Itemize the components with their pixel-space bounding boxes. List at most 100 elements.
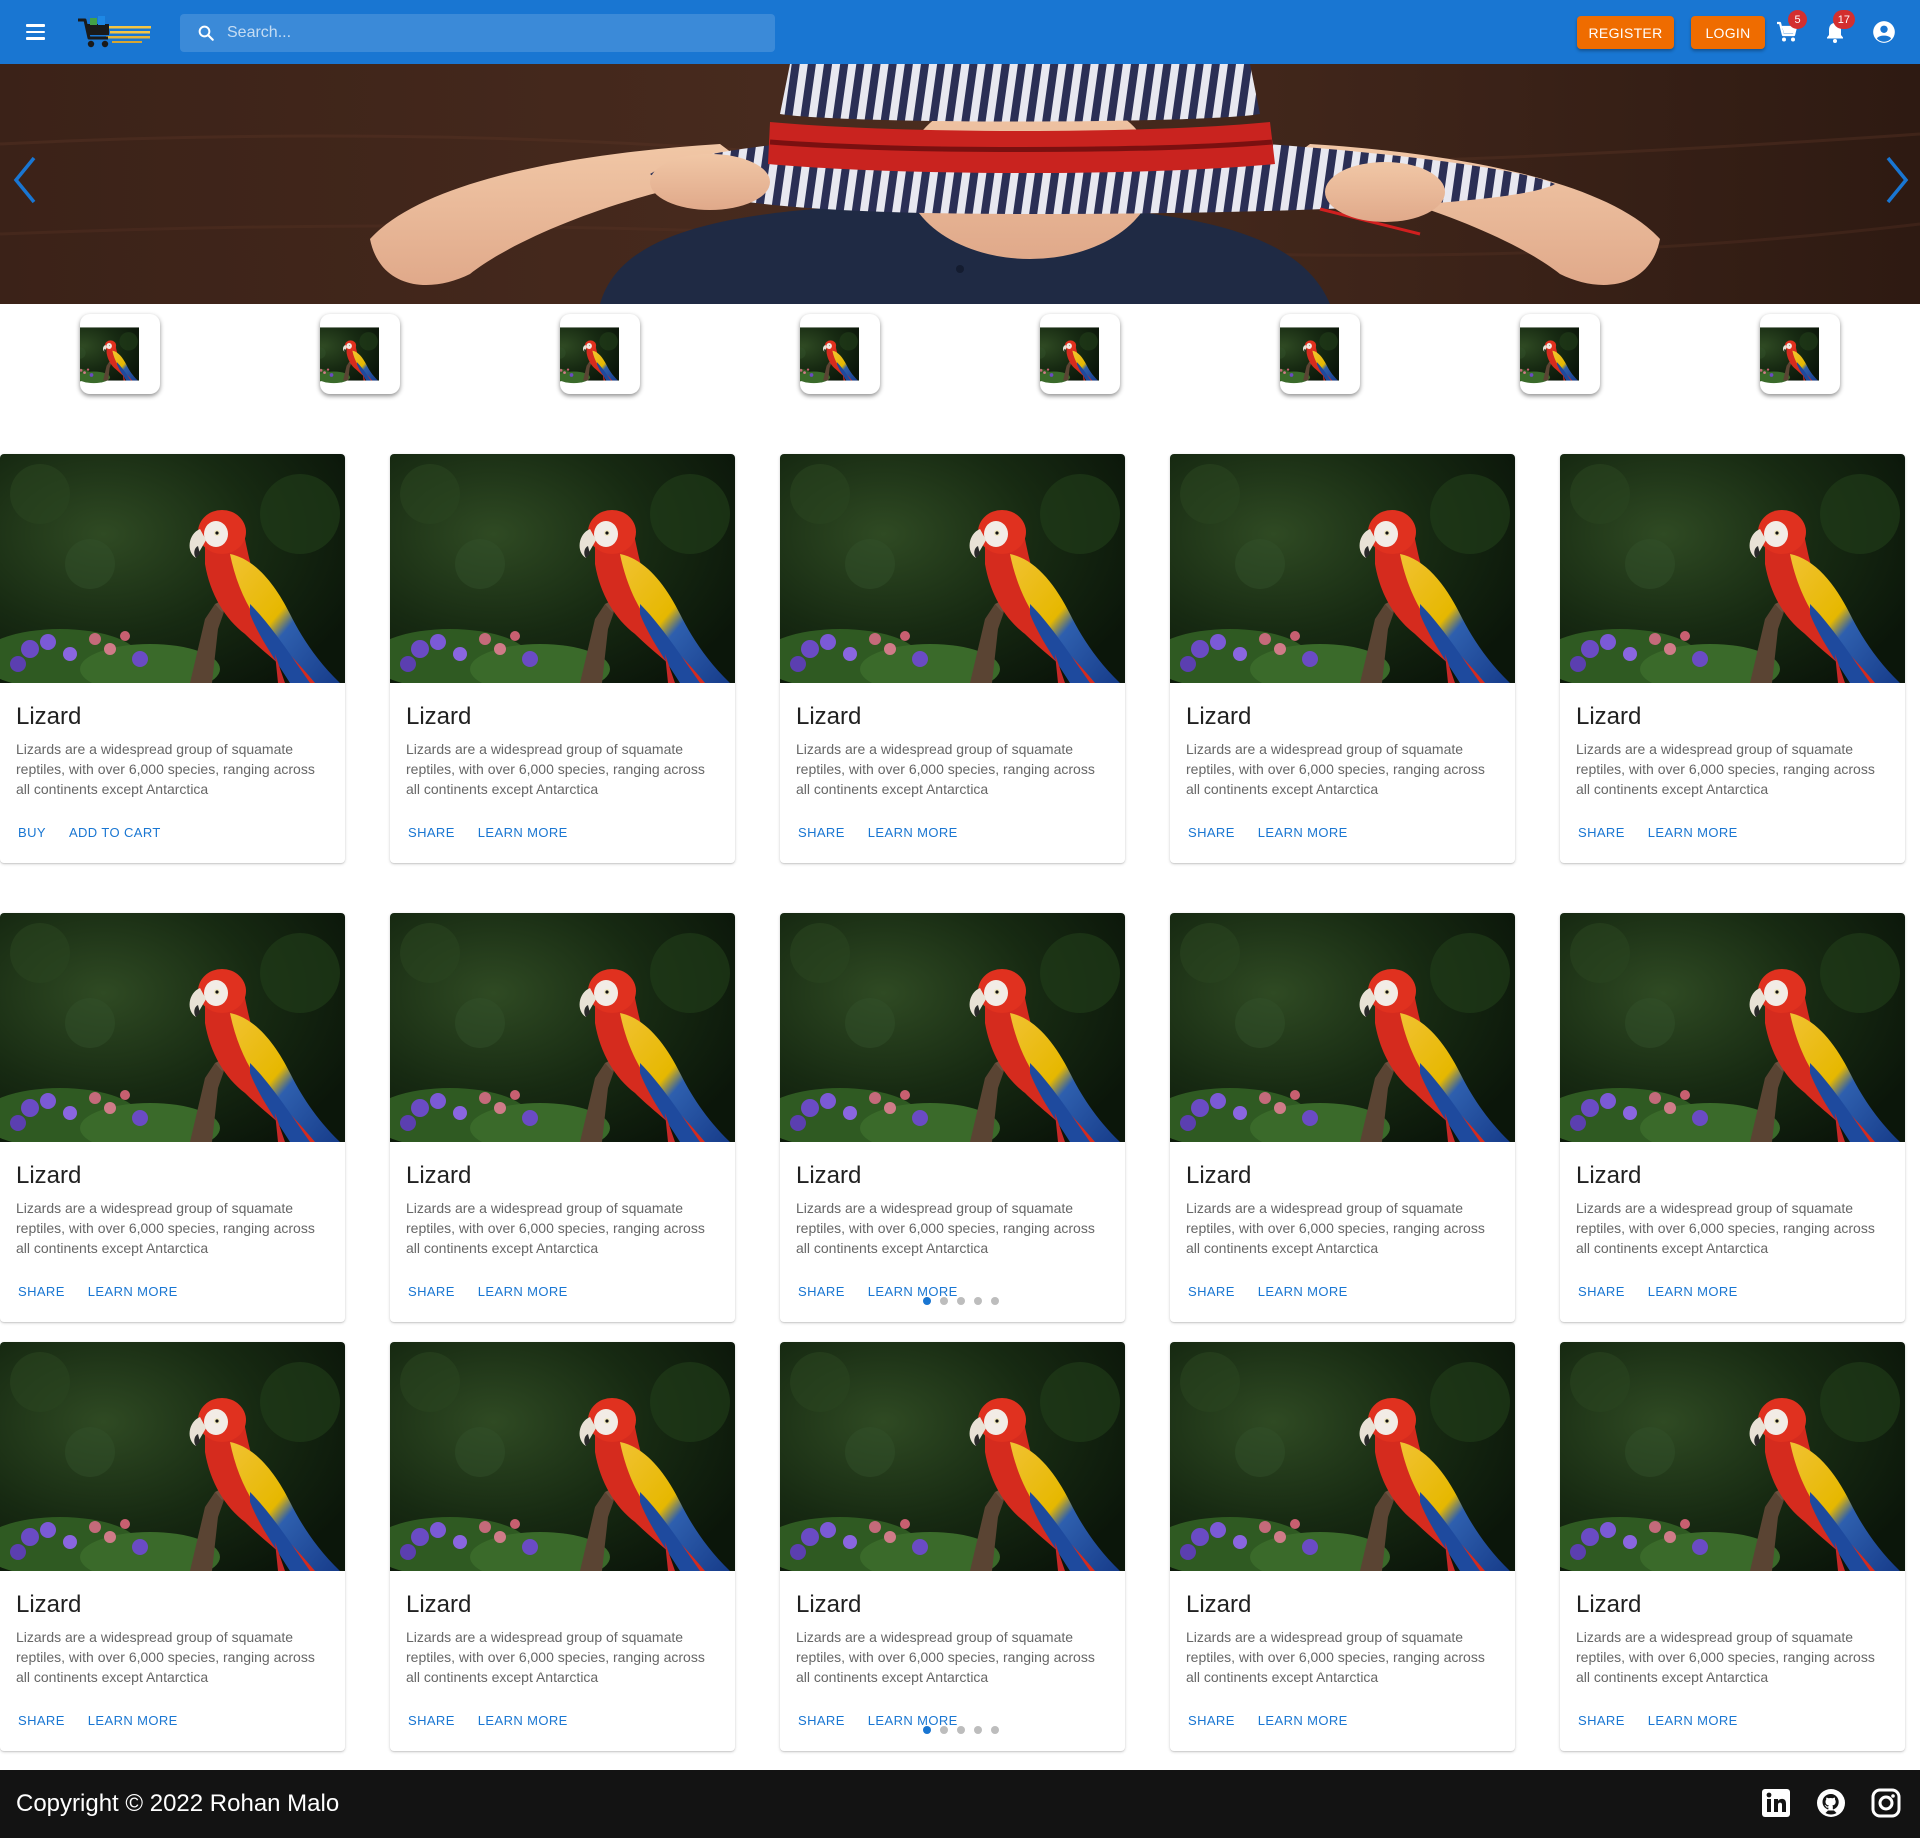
- learn-more-button[interactable]: LEARN MORE: [468, 1707, 578, 1734]
- product-card[interactable]: Lizard Lizards are a widespread group of…: [780, 454, 1125, 863]
- carousel-dot[interactable]: [923, 1726, 931, 1734]
- product-card[interactable]: Lizard Lizards are a widespread group of…: [780, 1342, 1125, 1751]
- thumbnail-strip: [0, 314, 1920, 396]
- thumbnail[interactable]: [560, 314, 640, 394]
- learn-more-button[interactable]: LEARN MORE: [78, 1278, 188, 1305]
- learn-more-button[interactable]: LEARN MORE: [1248, 819, 1358, 846]
- product-card[interactable]: Lizard Lizards are a widespread group of…: [0, 913, 345, 1322]
- thumbnail[interactable]: [800, 314, 880, 394]
- carousel-dot[interactable]: [940, 1726, 948, 1734]
- share-button[interactable]: SHARE: [8, 1278, 75, 1305]
- add-to-cart-button[interactable]: ADD TO CART: [59, 819, 171, 846]
- carousel-dot[interactable]: [974, 1297, 982, 1305]
- learn-more-button[interactable]: LEARN MORE: [468, 819, 578, 846]
- share-button[interactable]: SHARE: [398, 1278, 465, 1305]
- learn-more-button[interactable]: LEARN MORE: [1638, 1707, 1748, 1734]
- card-description: Lizards are a widespread group of squama…: [406, 741, 705, 797]
- thumbnail[interactable]: [80, 314, 160, 394]
- card-image[interactable]: [1170, 454, 1515, 683]
- card-image[interactable]: [390, 454, 735, 683]
- learn-more-button[interactable]: LEARN MORE: [1638, 1278, 1748, 1305]
- product-card[interactable]: Lizard Lizards are a widespread group of…: [390, 454, 735, 863]
- learn-more-button[interactable]: LEARN MORE: [1248, 1278, 1358, 1305]
- cart-button[interactable]: 5: [1771, 10, 1807, 48]
- thumbnail[interactable]: [1520, 314, 1600, 394]
- product-card[interactable]: Lizard Lizards are a widespread group of…: [1560, 454, 1905, 863]
- card-image[interactable]: [780, 454, 1125, 683]
- share-button[interactable]: SHARE: [1568, 1707, 1635, 1734]
- card-title: Lizard: [406, 1591, 472, 1618]
- footer: Copyright © 2022 Rohan Malo: [0, 1770, 1920, 1838]
- carousel-dot[interactable]: [957, 1297, 965, 1305]
- search-box[interactable]: [180, 14, 775, 52]
- share-button[interactable]: SHARE: [788, 1707, 855, 1734]
- learn-more-button[interactable]: LEARN MORE: [1248, 1707, 1358, 1734]
- product-card[interactable]: Lizard Lizards are a widespread group of…: [1170, 913, 1515, 1322]
- card-image[interactable]: [0, 454, 345, 683]
- register-button[interactable]: REGISTER: [1577, 16, 1674, 49]
- carousel-dot[interactable]: [991, 1297, 999, 1305]
- card-image[interactable]: [0, 913, 345, 1142]
- learn-more-button[interactable]: LEARN MORE: [858, 819, 968, 846]
- card-image[interactable]: [1170, 1342, 1515, 1571]
- card-image[interactable]: [0, 1342, 345, 1571]
- share-button[interactable]: SHARE: [1568, 1278, 1635, 1305]
- product-card[interactable]: Lizard Lizards are a widespread group of…: [780, 913, 1125, 1322]
- thumbnail[interactable]: [1280, 314, 1360, 394]
- product-card[interactable]: Lizard Lizards are a widespread group of…: [1170, 1342, 1515, 1751]
- share-button[interactable]: SHARE: [1178, 819, 1245, 846]
- product-card[interactable]: Lizard Lizards are a widespread group of…: [1170, 454, 1515, 863]
- card-image[interactable]: [1560, 454, 1905, 683]
- carousel-dot[interactable]: [957, 1726, 965, 1734]
- login-button[interactable]: LOGIN: [1691, 16, 1765, 49]
- share-button[interactable]: SHARE: [398, 1707, 465, 1734]
- chevron-left-icon[interactable]: [6, 152, 46, 208]
- product-card[interactable]: Lizard Lizards are a widespread group of…: [0, 1342, 345, 1751]
- learn-more-button[interactable]: LEARN MORE: [78, 1707, 188, 1734]
- linkedin-icon[interactable]: [1760, 1787, 1792, 1819]
- share-button[interactable]: SHARE: [788, 819, 855, 846]
- share-button[interactable]: SHARE: [8, 1707, 75, 1734]
- share-button[interactable]: SHARE: [398, 819, 465, 846]
- thumbnail[interactable]: [1040, 314, 1120, 394]
- card-title: Lizard: [1186, 703, 1252, 730]
- search-input[interactable]: [227, 14, 767, 52]
- card-title: Lizard: [1576, 703, 1642, 730]
- card-image[interactable]: [1560, 1342, 1905, 1571]
- copyright-text: Copyright © 2022 Rohan Malo: [16, 1790, 340, 1817]
- carousel-dot[interactable]: [940, 1297, 948, 1305]
- buy-button[interactable]: BUY: [8, 819, 56, 846]
- share-button[interactable]: SHARE: [1178, 1278, 1245, 1305]
- share-button[interactable]: SHARE: [1178, 1707, 1245, 1734]
- share-button[interactable]: SHARE: [788, 1278, 855, 1305]
- thumbnail[interactable]: [1760, 314, 1840, 394]
- product-card[interactable]: Lizard Lizards are a widespread group of…: [1560, 913, 1905, 1322]
- carousel-dot[interactable]: [974, 1726, 982, 1734]
- account-button[interactable]: [1868, 16, 1900, 48]
- notifications-button[interactable]: 17: [1819, 10, 1855, 48]
- share-button[interactable]: SHARE: [1568, 819, 1635, 846]
- instagram-icon[interactable]: [1870, 1787, 1902, 1819]
- card-image[interactable]: [390, 913, 735, 1142]
- carousel-dot[interactable]: [923, 1297, 931, 1305]
- shop-logo[interactable]: [76, 14, 156, 50]
- product-card[interactable]: Lizard Lizards are a widespread group of…: [390, 913, 735, 1322]
- card-image[interactable]: [1560, 913, 1905, 1142]
- card-title: Lizard: [1576, 1591, 1642, 1618]
- card-image[interactable]: [780, 1342, 1125, 1571]
- product-card[interactable]: Lizard Lizards are a widespread group of…: [1560, 1342, 1905, 1751]
- card-image[interactable]: [780, 913, 1125, 1142]
- thumbnail[interactable]: [320, 314, 400, 394]
- card-image[interactable]: [1170, 913, 1515, 1142]
- card-title: Lizard: [16, 1162, 82, 1189]
- card-description: Lizards are a widespread group of squama…: [1576, 1200, 1875, 1256]
- chevron-right-icon[interactable]: [1876, 152, 1916, 208]
- learn-more-button[interactable]: LEARN MORE: [1638, 819, 1748, 846]
- menu-icon[interactable]: [18, 15, 52, 49]
- carousel-dot[interactable]: [991, 1726, 999, 1734]
- github-icon[interactable]: [1815, 1787, 1847, 1819]
- product-card[interactable]: Lizard Lizards are a widespread group of…: [0, 454, 345, 863]
- product-card[interactable]: Lizard Lizards are a widespread group of…: [390, 1342, 735, 1751]
- card-image[interactable]: [390, 1342, 735, 1571]
- learn-more-button[interactable]: LEARN MORE: [468, 1278, 578, 1305]
